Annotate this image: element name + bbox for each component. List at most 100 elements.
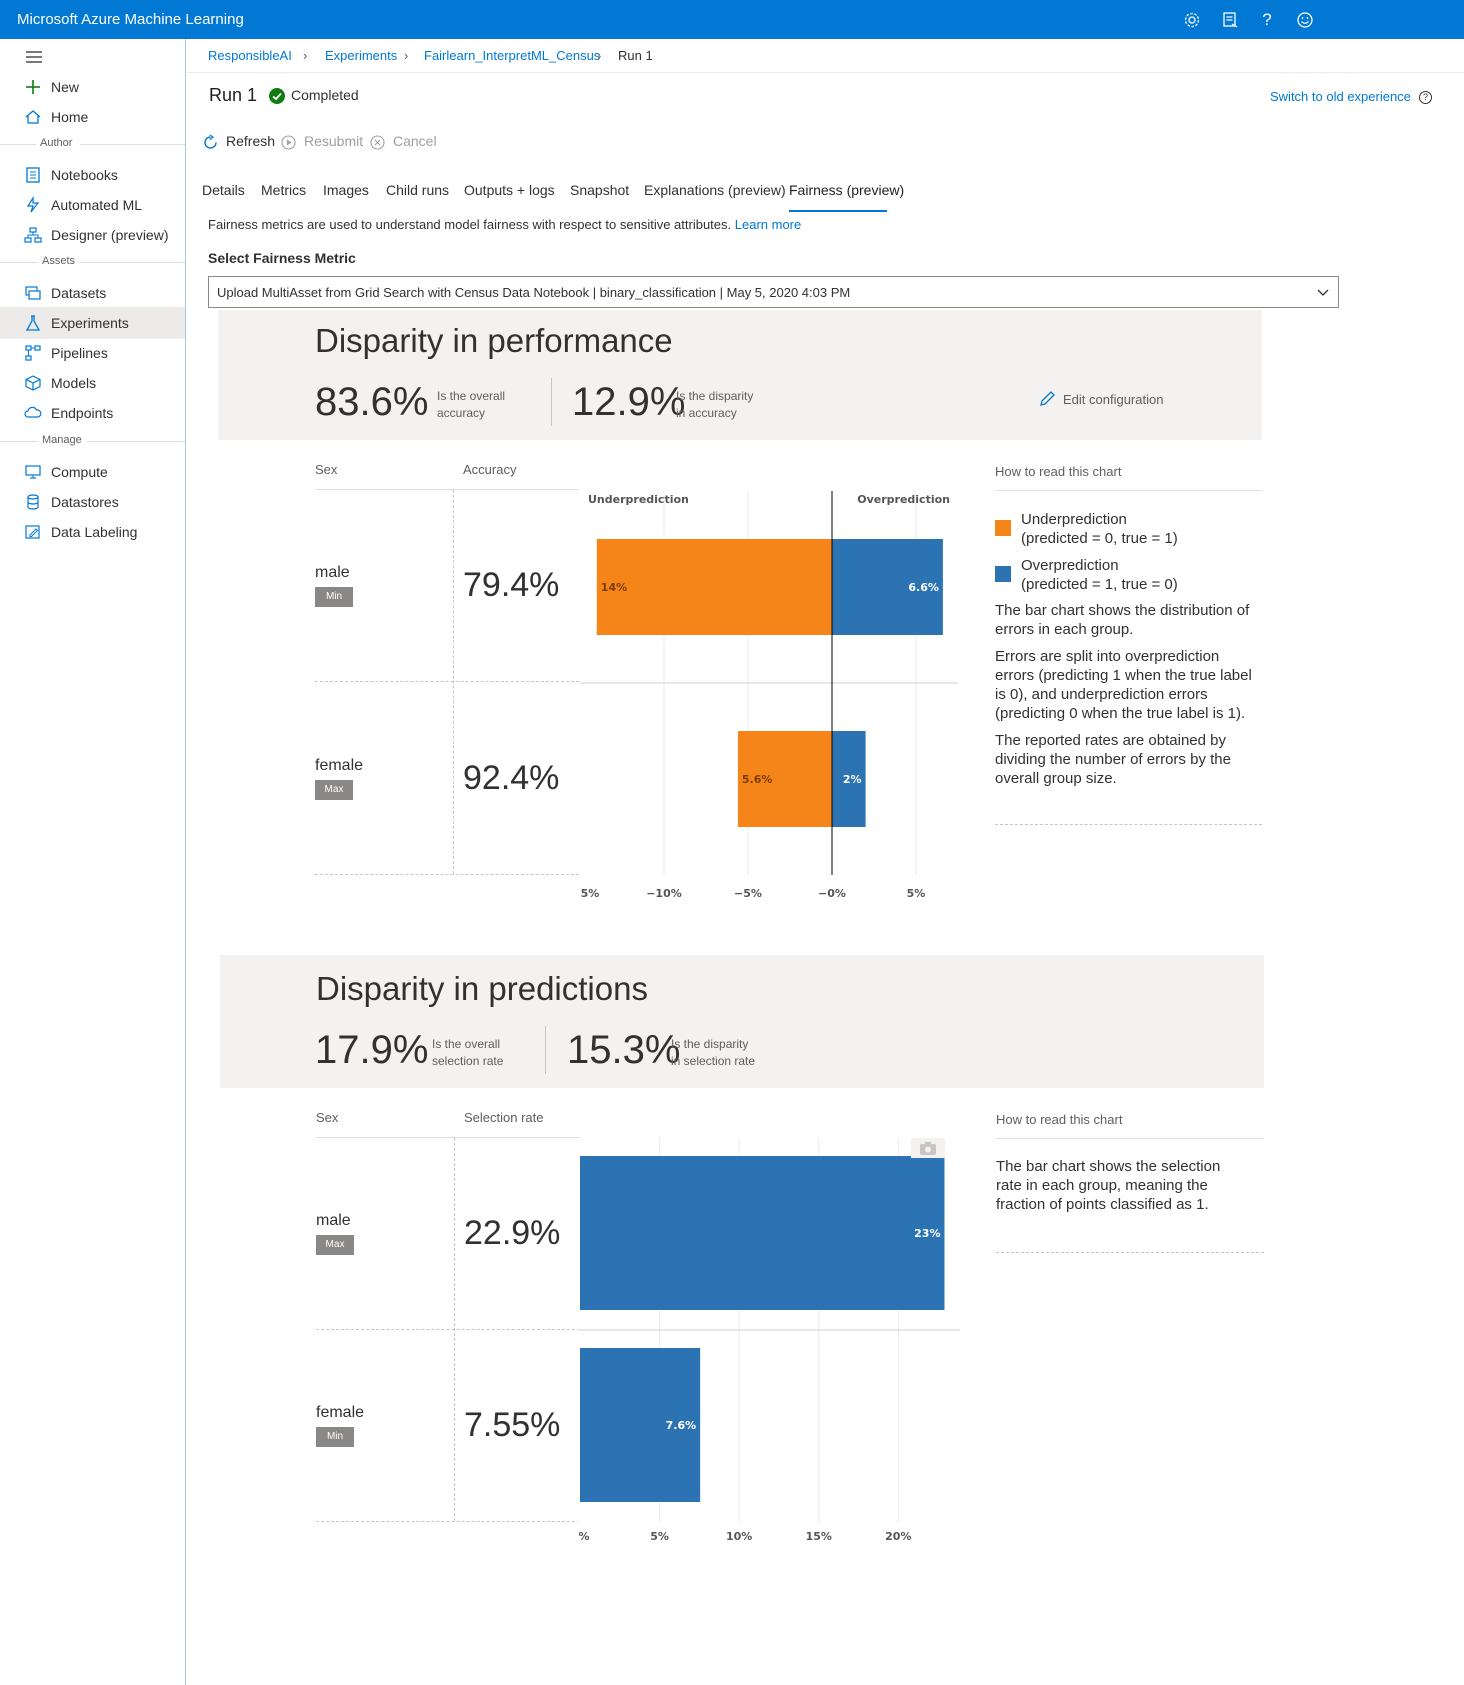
- select-metric-label: Select Fairness Metric: [208, 250, 356, 266]
- sidebar-section-author: Author: [0, 137, 185, 151]
- refresh-icon: [202, 134, 219, 154]
- tab-fairness[interactable]: Fairness (preview): [789, 182, 904, 212]
- cancel-button[interactable]: Cancel: [369, 133, 439, 153]
- x-tick-label: 5%: [581, 887, 600, 900]
- check-circle-icon: [269, 88, 285, 104]
- sidebar-item-designer[interactable]: Designer (preview): [0, 219, 185, 251]
- x-tick-label: −10%: [646, 887, 682, 900]
- legend-swatch-underprediction: [995, 520, 1011, 536]
- model-select-dropdown[interactable]: Upload MultiAsset from Grid Search with …: [208, 276, 1339, 308]
- sidebar-item-label: Datasets: [51, 285, 107, 301]
- panel-title: Disparity in predictions: [316, 970, 648, 1007]
- feedback-icon[interactable]: [1218, 8, 1242, 32]
- predictions-summary: Disparity in predictions 17.9% Is the ov…: [220, 955, 1264, 1088]
- tab-child-runs[interactable]: Child runs: [386, 182, 449, 212]
- sidebar-section-manage: Manage: [0, 434, 185, 448]
- group-selection-rate: 7.55%: [464, 1406, 561, 1444]
- sidebar-item-datastores[interactable]: Datastores: [0, 486, 185, 518]
- column-divider: [454, 1138, 455, 1521]
- refresh-button[interactable]: Refresh: [202, 133, 282, 153]
- datasets-icon: [24, 284, 42, 302]
- help-icon[interactable]: ?: [1255, 8, 1279, 32]
- x-tick-label: −0%: [818, 887, 846, 900]
- camera-icon[interactable]: [911, 1138, 945, 1163]
- tab-outputs-logs[interactable]: Outputs + logs: [464, 182, 555, 212]
- row-divider: [315, 874, 579, 875]
- learn-more-link[interactable]: Learn more: [735, 217, 801, 232]
- notebook-icon: [24, 166, 42, 184]
- row-divider: [316, 1329, 580, 1330]
- cancel-circle-icon: [369, 134, 386, 154]
- tab-images[interactable]: Images: [323, 182, 369, 212]
- row-divider: [315, 681, 579, 682]
- data-label: 2%: [843, 773, 862, 786]
- gear-icon[interactable]: [1180, 8, 1204, 32]
- tab-explanations[interactable]: Explanations (preview): [644, 182, 786, 212]
- breadcrumb-experiments[interactable]: Experiments: [325, 48, 397, 63]
- underprediction-header: Underprediction: [588, 493, 689, 506]
- switch-old-experience-link[interactable]: Switch to old experience: [1270, 89, 1411, 104]
- x-tick-label: −5%: [734, 887, 762, 900]
- summary-divider: [545, 1026, 546, 1074]
- breadcrumb-responsibleai[interactable]: ResponsibleAI: [208, 48, 292, 63]
- sidebar-item-label: Compute: [51, 464, 108, 480]
- tab-snapshot[interactable]: Snapshot: [570, 182, 629, 212]
- disparity-accuracy-desc: Is the disparity in accuracy: [676, 389, 754, 420]
- panel-title: Disparity in performance: [315, 322, 673, 359]
- sidebar-item-pipelines[interactable]: Pipelines: [0, 337, 185, 369]
- bar-selection-rate: [580, 1156, 945, 1310]
- cube-icon: [24, 374, 42, 392]
- sidebar-item-automated-ml[interactable]: Automated ML: [0, 189, 185, 221]
- selection-rate-chart: % 5% 10% 15% 20% 23% 7.6%: [578, 1138, 960, 1543]
- dropdown-value: Upload MultiAsset from Grid Search with …: [217, 285, 851, 300]
- overall-accuracy-desc: Is the overall accuracy: [437, 389, 506, 420]
- sidebar-item-label: Datastores: [51, 494, 119, 510]
- how-to-read-divider: [995, 824, 1262, 825]
- overall-selection-rate-value: 17.9%: [315, 1028, 429, 1072]
- tab-details[interactable]: Details: [202, 182, 245, 212]
- group-name: male: [316, 1212, 351, 1229]
- sidebar-item-notebooks[interactable]: Notebooks: [0, 159, 185, 191]
- resubmit-button[interactable]: Resubmit: [280, 133, 364, 154]
- sidebar-item-compute[interactable]: Compute: [0, 456, 185, 488]
- resubmit-label: Resubmit: [304, 133, 364, 149]
- pipelines-icon: [24, 344, 42, 362]
- app-title[interactable]: Microsoft Azure Machine Learning: [17, 11, 244, 28]
- data-label: 14%: [601, 581, 627, 594]
- overprediction-header: Overprediction: [857, 493, 950, 506]
- sidebar-item-endpoints[interactable]: Endpoints: [0, 397, 185, 429]
- smiley-icon[interactable]: [1293, 8, 1317, 32]
- disparity-selection-rate-desc: Is the disparity in selection rate: [671, 1037, 756, 1068]
- sidebar-item-data-labeling[interactable]: Data Labeling: [0, 516, 185, 548]
- error-distribution-chart: 5% −10% −5% −0% 5% Underprediction Overpredict…: [580, 491, 958, 900]
- column-header-feature: Sex: [315, 462, 338, 477]
- max-badge: Max: [316, 1235, 354, 1255]
- hamburger-menu-icon[interactable]: [24, 49, 44, 65]
- sidebar-item-label: Pipelines: [51, 345, 108, 361]
- x-tick-label: 5%: [650, 1530, 669, 1543]
- group-selection-rate: 22.9%: [464, 1214, 561, 1252]
- breadcrumb-experiment-name[interactable]: Fairlearn_InterpretML_Census: [424, 48, 600, 63]
- sidebar-item-label: Notebooks: [51, 167, 118, 183]
- sidebar-item-label: Home: [51, 109, 89, 125]
- disparity-accuracy-value: 12.9%: [572, 380, 686, 424]
- sidebar-item-label: Experiments: [51, 315, 129, 331]
- play-circle-icon: [280, 134, 297, 154]
- tab-metrics[interactable]: Metrics: [261, 182, 306, 212]
- how-to-read-line: [995, 490, 1262, 491]
- group-name: male: [315, 564, 350, 581]
- sidebar-item-home[interactable]: Home: [0, 101, 185, 133]
- min-badge: Min: [315, 587, 353, 607]
- chevron-right-icon: ›: [404, 48, 409, 63]
- pencil-icon: [1038, 390, 1056, 411]
- how-to-read-paragraph: The bar chart shows the distribution of …: [995, 602, 1250, 638]
- status-text: Completed: [291, 87, 359, 103]
- help-circle-icon[interactable]: ?: [1419, 91, 1432, 104]
- sidebar-item-new[interactable]: New: [0, 71, 185, 103]
- sidebar-item-experiments[interactable]: Experiments: [0, 307, 185, 339]
- sidebar-item-datasets[interactable]: Datasets: [0, 277, 185, 309]
- sidebar-section-assets: Assets: [0, 255, 185, 269]
- max-badge: Max: [315, 780, 353, 800]
- table-header-line: [316, 1137, 580, 1138]
- sidebar-item-models[interactable]: Models: [0, 367, 185, 399]
